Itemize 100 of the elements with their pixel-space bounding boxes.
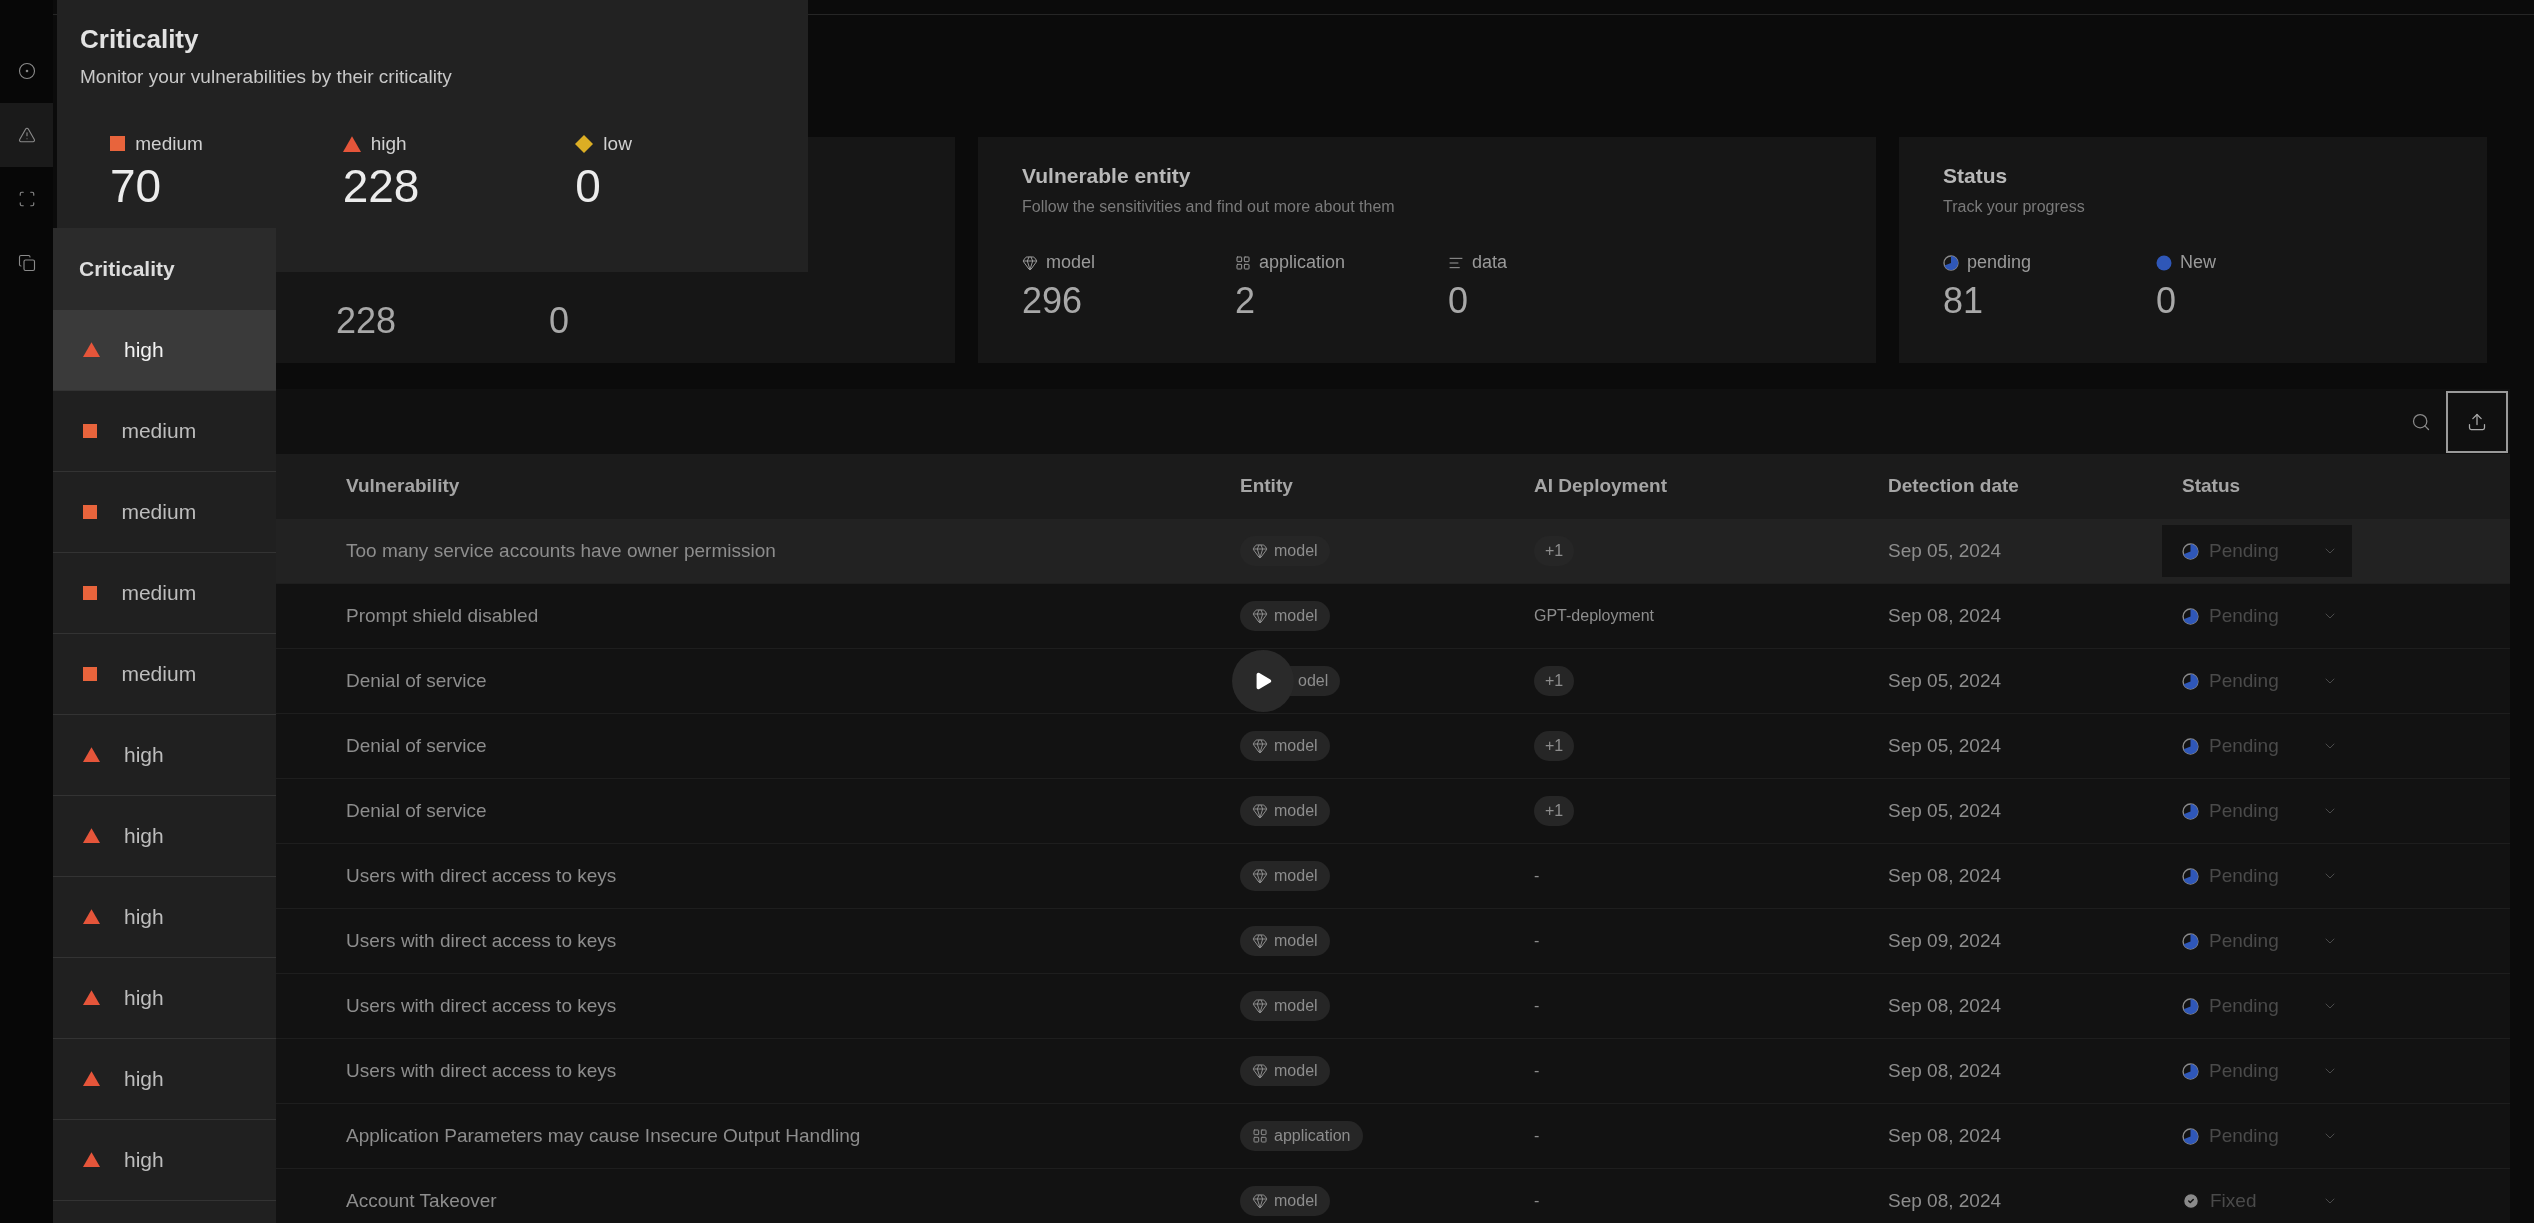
table-cell: - [1534, 1127, 1540, 1144]
stat-value: 2 [1235, 279, 1257, 324]
card-subtitle: Follow the sensitivities and find out more about them [1022, 197, 1396, 218]
pie-icon [2182, 997, 2199, 1015]
gem-icon [1252, 1193, 1268, 1209]
entity-tag: model [1240, 991, 1330, 1021]
square-icon [83, 585, 98, 601]
entity-tag: model [1240, 601, 1330, 631]
triangle-icon [83, 1071, 100, 1087]
table-row[interactable]: Prompt shield disabled model GPT-deployment Sep 08, 2024 Pending [276, 584, 2510, 649]
triangle-icon [83, 828, 100, 844]
stat-value: 228 [336, 299, 398, 343]
warning-icon [17, 126, 36, 144]
popup-subtitle: Monitor your vulnerabilities by their criticality [80, 65, 453, 89]
entity-tag: model [1240, 796, 1330, 826]
table-row[interactable]: Users with direct access to keys model - Sep 08, 2024 Pending [276, 974, 2510, 1039]
table-cell-text: Sep 09, 2024 [1888, 928, 2003, 953]
stat-label: New [2180, 251, 2216, 275]
entity-tag: model [1240, 926, 1330, 956]
stat-label: low [603, 131, 632, 156]
table-cell-text: Users with direct access to keys [346, 928, 618, 953]
pie-icon [1943, 254, 1959, 271]
column-header: Entity [1240, 474, 1294, 499]
criticality-item[interactable]: high [53, 310, 276, 391]
table-cell: - [1534, 1062, 1540, 1079]
card-title: Vulnerable entity [1022, 163, 1192, 189]
dot-icon [2156, 254, 2172, 271]
card-subtitle: Track your progress [1943, 197, 2086, 218]
table-row[interactable]: Users with direct access to keys model - Sep 08, 2024 Pending [276, 1039, 2510, 1104]
column-title: Criticality [53, 228, 276, 310]
column-header: Vulnerability [346, 474, 461, 499]
stat-value: 81 [1943, 279, 1985, 324]
table-row[interactable]: Denial of service odel +1 Sep 05, 2024 Pending [276, 649, 2510, 714]
stat-label: data [1472, 251, 1508, 275]
stat-value: 70 [110, 159, 163, 214]
column-header: Status [2182, 474, 2242, 499]
table-cell-text: Denial of service [346, 798, 488, 823]
gem-icon [1252, 1063, 1268, 1079]
table-cell-text: Users with direct access to keys [346, 863, 618, 888]
target-icon [17, 62, 36, 80]
popup-title: Criticality [80, 23, 200, 56]
check-icon [2182, 1192, 2200, 1210]
table-cell-text: Denial of service [346, 668, 488, 693]
table-cell-text: Sep 08, 2024 [1888, 1058, 2003, 1083]
stat-value: 228 [342, 159, 421, 214]
table-cell-text: Sep 08, 2024 [1888, 863, 2003, 888]
triangle-icon [83, 1152, 100, 1168]
pie-icon [2182, 932, 2199, 950]
pie-icon [2182, 737, 2199, 755]
entity-tag: model [1240, 861, 1330, 891]
table-cell: - [1534, 867, 1540, 884]
triangle-icon [83, 747, 100, 763]
table-cell-text: Sep 05, 2024 [1888, 733, 2003, 758]
square-icon [83, 666, 98, 682]
entity-tag: model [1240, 1186, 1330, 1216]
entity-tag: model [1240, 1056, 1330, 1086]
gem-icon [1252, 998, 1268, 1014]
export-button[interactable] [2446, 390, 2508, 453]
gem-icon [1252, 868, 1268, 884]
gem-icon [1252, 803, 1268, 819]
pie-icon [2182, 867, 2199, 885]
square-icon [83, 423, 98, 439]
table-cell-text: Sep 08, 2024 [1888, 993, 2003, 1018]
stat-value: 0 [1448, 279, 1470, 324]
table-cell: GPT-deployment [1534, 607, 1655, 624]
square-icon [83, 504, 98, 520]
triangle-icon [83, 990, 100, 1006]
table-row[interactable]: Denial of service model +1 Sep 05, 2024 Pending [276, 714, 2510, 779]
pie-icon [2182, 672, 2199, 690]
grid-icon [1252, 1128, 1268, 1144]
pie-icon [2182, 802, 2199, 820]
triangle-icon [83, 342, 100, 358]
gem-icon [1252, 608, 1268, 624]
count-tag: +1 [1534, 731, 1575, 761]
gem-icon [1252, 543, 1268, 559]
table-row[interactable]: Users with direct access to keys model - Sep 08, 2024 Pending [276, 844, 2510, 909]
count-tag: +1 [1534, 666, 1575, 696]
card-title: Status [1943, 163, 2009, 189]
upload-icon [2467, 411, 2487, 432]
entity-tag: model [1240, 731, 1330, 761]
count-tag: +1 [1534, 536, 1575, 566]
table-cell-text: Sep 08, 2024 [1888, 1123, 2003, 1148]
table-cell: - [1534, 932, 1540, 949]
copy-icon [17, 254, 36, 272]
table-cell-text: Sep 05, 2024 [1888, 798, 2003, 823]
stat-label: high [370, 131, 407, 156]
triangle-icon [342, 135, 361, 152]
pie-icon [2182, 607, 2199, 625]
table-row[interactable]: Denial of service model +1 Sep 05, 2024 Pending [276, 779, 2510, 844]
column-header: Detection date [1888, 474, 2020, 499]
table-row[interactable]: Users with direct access to keys model - Sep 09, 2024 Pending [276, 909, 2510, 974]
table-cell-text: Denial of service [346, 733, 488, 758]
stat-value: 0 [549, 299, 571, 343]
table-cell-text: Users with direct access to keys [346, 1058, 618, 1083]
table-cell-text: Sep 05, 2024 [1888, 668, 2003, 693]
count-tag: +1 [1534, 796, 1575, 826]
table-row[interactable]: Application Parameters may cause Insecure Output Handling application - Sep 08, 2024 Pending [276, 1104, 2510, 1169]
pie-icon [2182, 1127, 2199, 1145]
table-cell: - [1534, 1192, 1540, 1209]
table-row[interactable]: Account Takeover model - Sep 08, 2024 Fixed [276, 1169, 2510, 1223]
